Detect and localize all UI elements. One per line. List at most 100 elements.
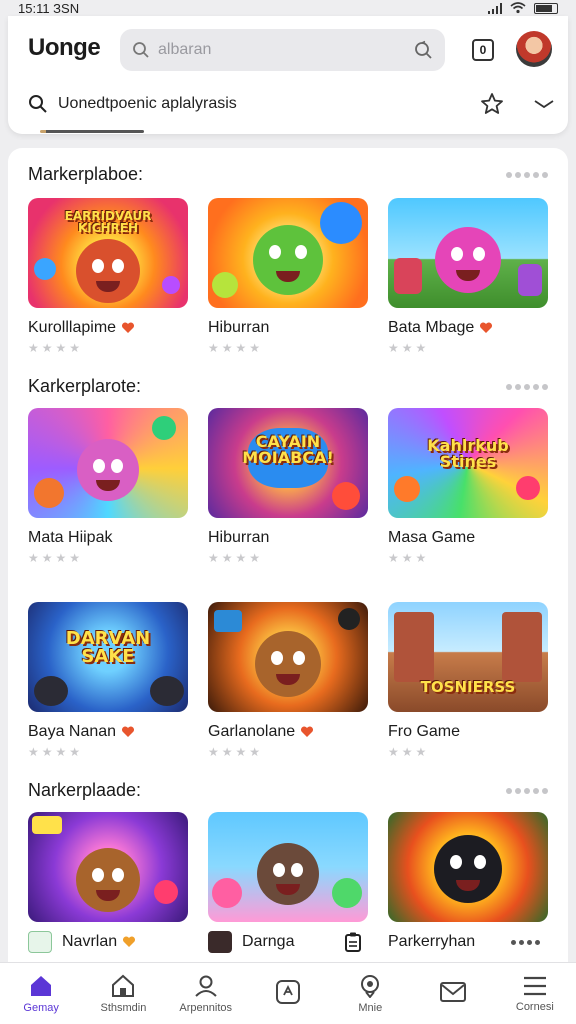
game-title: Kurolllapime: [28, 319, 117, 336]
more-icon[interactable]: [506, 383, 548, 390]
game-art-title: CAYAIN MOIABCA!: [242, 432, 334, 467]
nav-item-apps[interactable]: [247, 979, 329, 1009]
nav-item-menu[interactable]: Cornesi: [494, 975, 576, 1013]
battery-icon: [534, 2, 558, 14]
game-tile[interactable]: Hiburran ★ ★ ★ ★: [208, 198, 368, 354]
more-icon[interactable]: [511, 939, 541, 945]
game-thumbnail[interactable]: TOSNIERSS: [388, 602, 548, 712]
rating-stars: ★ ★ ★: [388, 341, 427, 355]
game-tile[interactable]: Kahlrkub Stines Masa Game ★ ★ ★: [388, 408, 548, 564]
nav-item-messages[interactable]: [412, 980, 494, 1008]
game-title-row: Baya Nanan: [28, 722, 188, 742]
heart-icon: [122, 726, 135, 737]
subheader-row: Uonedtpoenic aplalyrasis: [28, 90, 554, 118]
notification-button[interactable]: 0: [468, 35, 498, 65]
game-tile[interactable]: TOSNIERSS Fro Game ★ ★ ★: [388, 602, 548, 758]
game-tile[interactable]: Bata Mbage ★ ★ ★: [388, 198, 548, 354]
game-thumbnail[interactable]: [208, 602, 368, 712]
bottom-nav: Gemay Sthsmdin Arpennitos Mnie Cornesi: [0, 962, 576, 1024]
game-title-row: Garlanolane: [208, 722, 368, 742]
rating-stars: ★ ★ ★ ★: [208, 551, 261, 565]
rating-stars: ★ ★ ★: [388, 551, 427, 565]
more-icon[interactable]: [506, 787, 548, 794]
game-thumbnail[interactable]: [28, 408, 188, 518]
game-title-row: Fro Game: [388, 722, 548, 742]
chevron-down-icon[interactable]: [533, 98, 555, 110]
game-title: Darnga: [242, 933, 295, 950]
status-time: 15:11 ЗSN: [18, 0, 80, 16]
heart-icon: [122, 322, 135, 333]
game-tile[interactable]: Darnga: [208, 812, 368, 953]
game-tile[interactable]: DARVAN SAKE Baya Nanan ★ ★ ★ ★: [28, 602, 188, 758]
subheader-text: Uonedtpoenic aplalyrasis: [58, 95, 237, 112]
section-header: Narkerplaade:: [28, 780, 548, 801]
game-tile[interactable]: Mata Hiipak ★ ★ ★ ★: [28, 408, 188, 564]
game-title-row: Masa Game: [388, 528, 548, 548]
rating-stars: ★ ★ ★: [388, 745, 427, 759]
nav-item-map[interactable]: Mnie: [329, 974, 411, 1014]
star-icon[interactable]: [480, 92, 504, 116]
game-title: Parkerryhan: [388, 933, 476, 950]
game-title-row: Kurolllapime: [28, 318, 188, 338]
avatar[interactable]: [516, 31, 552, 67]
game-logo-icon: [28, 931, 52, 953]
nav-label: Cornesi: [515, 1000, 554, 1013]
game-thumbnail[interactable]: Kahlrkub Stines: [388, 408, 548, 518]
search-icon: [133, 42, 149, 58]
game-title-row: Darnga: [208, 931, 368, 953]
search-icon[interactable]: [28, 94, 48, 114]
nav-item-store[interactable]: Sthsmdin: [82, 974, 164, 1014]
rating-stars: ★ ★ ★ ★: [208, 341, 261, 355]
app-title: Uonge: [28, 34, 101, 61]
game-title: Mata Hiipak: [28, 529, 113, 546]
game-title: Bata Mbage: [388, 319, 475, 336]
game-title: Fro Game: [388, 723, 461, 740]
wifi-icon: [510, 2, 526, 14]
game-thumbnail[interactable]: DARVAN SAKE: [28, 602, 188, 712]
nav-label: Gemay: [23, 1001, 59, 1014]
game-thumbnail[interactable]: [208, 812, 368, 922]
game-title-row: Hiburran: [208, 528, 368, 548]
game-thumbnail[interactable]: [388, 198, 548, 308]
game-thumbnail[interactable]: CAYAIN MOIABCA!: [208, 408, 368, 518]
nav-item-home[interactable]: Gemay: [0, 974, 82, 1014]
game-tile[interactable]: Navrlan: [28, 812, 188, 953]
status-icons: [488, 2, 558, 14]
status-bar: 15:11 ЗSN: [0, 0, 576, 16]
game-title: Masa Game: [388, 529, 476, 546]
game-tile[interactable]: CAYAIN MOIABCA! Hiburran ★ ★ ★ ★: [208, 408, 368, 564]
top-bar: Uonge albaran 0 Uonedtpoenic aplalyrasis: [8, 16, 568, 134]
heart-icon: [480, 322, 493, 333]
game-thumbnail[interactable]: EARRIDVAUR KICHREH: [28, 198, 188, 308]
heart-icon: [301, 726, 314, 737]
game-art-title: Kahlrkub Stines: [427, 436, 509, 471]
rating-stars: ★ ★ ★ ★: [208, 745, 261, 759]
refresh-search-icon[interactable]: [413, 40, 433, 60]
heart-icon: [123, 936, 136, 947]
game-tile[interactable]: EARRIDVAUR KICHREH Kurolllapime ★ ★ ★ ★: [28, 198, 188, 354]
signal-icon: [488, 2, 502, 14]
game-tile[interactable]: Garlanolane ★ ★ ★ ★: [208, 602, 368, 758]
game-title-row: Parkerryhan: [388, 932, 548, 952]
search-placeholder: albaran: [158, 41, 212, 58]
search-input[interactable]: albaran: [120, 29, 445, 71]
nav-item-profile[interactable]: Arpennitos: [165, 974, 247, 1014]
nav-label: Sthsmdin: [100, 1001, 147, 1014]
game-art-title: TOSNIERSS: [420, 678, 516, 696]
game-title-row: Mata Hiipak: [28, 528, 188, 548]
rating-stars: ★ ★ ★ ★: [28, 745, 81, 759]
more-icon[interactable]: [506, 171, 548, 178]
mail-icon: [439, 981, 466, 1002]
game-tile[interactable]: Parkerryhan: [388, 812, 548, 952]
clipboard-icon[interactable]: [344, 931, 362, 953]
game-thumbnail[interactable]: [28, 812, 188, 922]
section-title: Karkerplarote:: [28, 376, 142, 396]
game-title-row: Navrlan: [28, 931, 188, 953]
person-icon: [194, 975, 217, 997]
game-thumbnail[interactable]: [388, 812, 548, 922]
home-filled-icon: [31, 975, 52, 996]
rating-stars: ★ ★ ★ ★: [28, 551, 81, 565]
game-thumbnail[interactable]: [208, 198, 368, 308]
game-title: Baya Nanan: [28, 723, 117, 740]
section-header: Markerplaboe:: [28, 164, 548, 185]
